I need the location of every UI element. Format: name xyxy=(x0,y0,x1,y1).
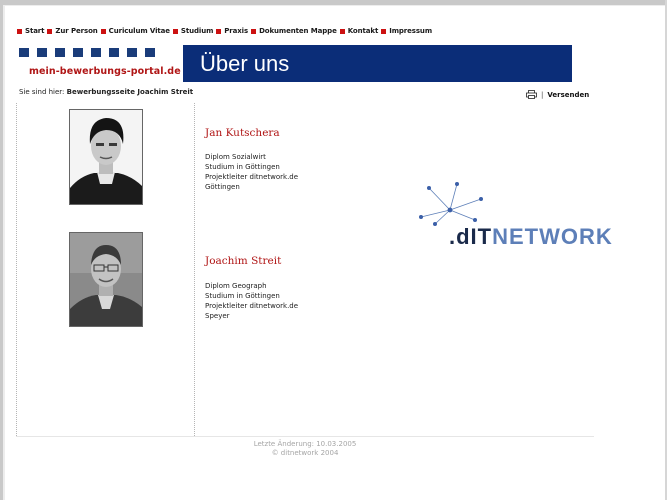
page-actions: | Versenden xyxy=(526,90,589,99)
breadcrumb-prefix: Sie sind hier: xyxy=(19,88,65,96)
nav-item-zur-person[interactable]: Zur Person xyxy=(47,27,98,35)
nav-item-impressum[interactable]: Impressum xyxy=(381,27,432,35)
footer-divider xyxy=(16,436,594,437)
nav-item-label: Curiculum Vitae xyxy=(108,27,170,35)
bullet-square-icon xyxy=(17,28,22,34)
logo-square xyxy=(91,48,101,57)
page-footer: Letzte Änderung: 10.03.2005 © ditnetwork… xyxy=(16,440,594,458)
network-graph-icon xyxy=(419,182,483,226)
bullet-square-icon xyxy=(381,28,387,34)
bullet-square-icon xyxy=(172,28,178,34)
nav-item-start[interactable]: Start xyxy=(17,27,45,35)
person-name: Joachim Streit xyxy=(205,255,282,267)
nav-item-label: Start xyxy=(25,27,45,35)
nav-item-label: Kontakt xyxy=(347,27,379,35)
bullet-square-icon xyxy=(216,28,222,34)
window-frame-top-inner xyxy=(0,5,667,6)
window-frame-left-inner xyxy=(3,6,5,500)
person-description: Diplom Geograph Studium in Göttingen Pro… xyxy=(205,281,298,321)
logo-square xyxy=(145,48,155,57)
page-title-banner: Über uns xyxy=(183,45,572,82)
nav-item-label: Studium xyxy=(180,27,214,35)
breadcrumb-current-page[interactable]: Bewerbungsseite Joachim Streit xyxy=(67,88,193,96)
nav-item-kontakt[interactable]: Kontakt xyxy=(339,27,379,35)
person-detail: Speyer xyxy=(205,312,230,320)
ditnetwork-logo: .dITNETWORK xyxy=(415,180,630,255)
bullet-square-icon xyxy=(339,28,345,34)
person-detail: Studium in Göttingen xyxy=(205,292,280,300)
wordmark-part-network: NETWORK xyxy=(492,224,613,249)
person-detail: Diplom Geograph xyxy=(205,282,267,290)
bullet-square-icon xyxy=(251,28,257,34)
logo-square xyxy=(19,48,29,57)
logo-square xyxy=(37,48,47,57)
nav-item-studium[interactable]: Studium xyxy=(172,27,214,35)
site-logo[interactable]: mein-bewerbungs-portal.de xyxy=(19,48,181,82)
send-link[interactable]: Versenden xyxy=(547,91,589,99)
page-title: Über uns xyxy=(200,51,290,76)
logo-squares xyxy=(19,48,179,57)
logo-square xyxy=(73,48,83,57)
last-change-text: Letzte Änderung: 10.03.2005 xyxy=(253,440,357,448)
breadcrumb: Sie sind hier: Bewerbungsseite Joachim S… xyxy=(19,88,194,96)
logo-square xyxy=(55,48,65,57)
portrait-image xyxy=(70,110,142,204)
left-column-divider xyxy=(16,103,17,436)
nav-item-label: Zur Person xyxy=(55,27,98,35)
ditnetwork-wordmark: .dITNETWORK xyxy=(449,224,613,250)
nav-item-label: Dokumenten Mappe xyxy=(259,27,337,35)
portrait-image xyxy=(70,233,142,326)
content-column-divider xyxy=(194,103,195,436)
person-detail: Projektleiter ditnetwork.de xyxy=(205,302,299,310)
nav-item-label: Praxis xyxy=(224,27,249,35)
nav-item-praxis[interactable]: Praxis xyxy=(216,27,248,35)
bullet-square-icon xyxy=(47,28,53,34)
copyright-text: © ditnetwork 2004 xyxy=(271,449,339,457)
nav-item-dokumenten-mappe[interactable]: Dokumenten Mappe xyxy=(251,27,337,35)
person-description: Diplom Sozialwirt Studium in Göttingen P… xyxy=(205,152,298,192)
logo-square xyxy=(127,48,137,57)
person-detail: Studium in Göttingen xyxy=(205,163,280,171)
nav-item-label: Impressum xyxy=(389,27,433,35)
photo-joachim-streit xyxy=(69,232,143,327)
action-separator: | xyxy=(541,90,544,99)
person-detail: Projektleiter ditnetwork.de xyxy=(205,173,299,181)
person-detail: Diplom Sozialwirt xyxy=(205,153,266,161)
logo-text: mein-bewerbungs-portal.de xyxy=(29,66,181,77)
bullet-square-icon xyxy=(100,28,106,34)
logo-square xyxy=(109,48,119,57)
printer-icon[interactable] xyxy=(526,90,537,99)
nav-item-curiculum-vitae[interactable]: Curiculum Vitae xyxy=(100,27,170,35)
wordmark-part-dit: .dIT xyxy=(449,224,493,249)
top-navigation: Start Zur Person Curiculum Vitae Studium… xyxy=(17,25,435,37)
person-detail: Göttingen xyxy=(205,183,240,191)
person-name: Jan Kutschera xyxy=(205,127,280,139)
photo-jan-kutschera xyxy=(69,109,143,205)
